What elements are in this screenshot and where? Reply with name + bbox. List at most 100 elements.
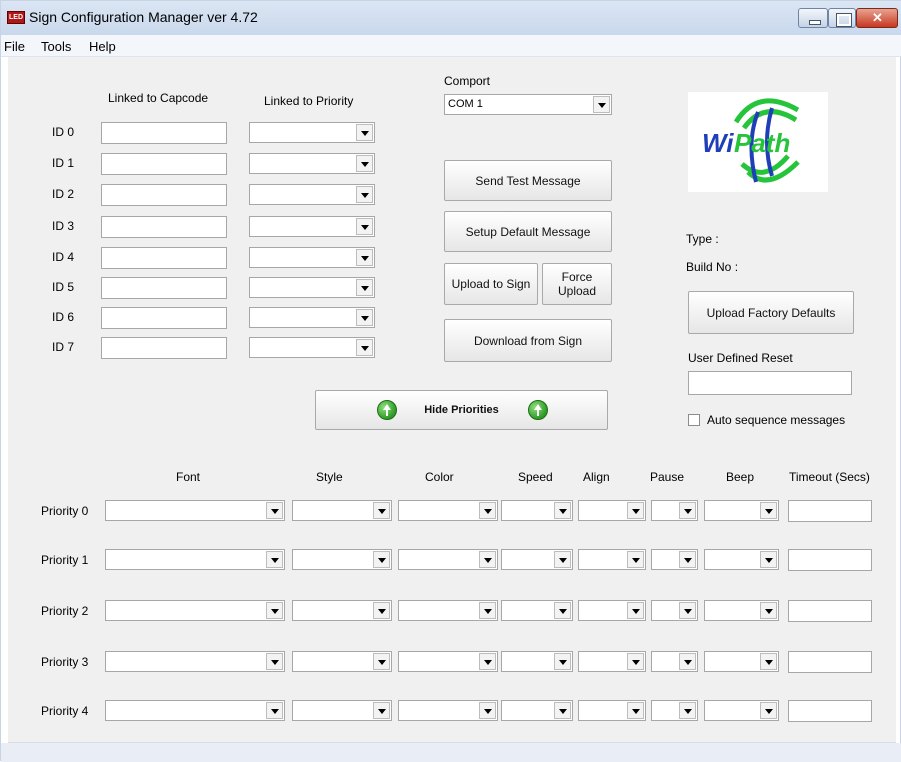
chevron-down-icon[interactable] [627, 602, 644, 619]
pause-select[interactable] [651, 549, 698, 570]
user-defined-reset-input[interactable] [688, 371, 852, 395]
chevron-down-icon[interactable] [554, 502, 571, 519]
chevron-down-icon[interactable] [679, 653, 696, 670]
capcode-input[interactable] [101, 184, 227, 206]
chevron-down-icon[interactable] [356, 249, 373, 266]
capcode-input[interactable] [101, 337, 227, 359]
force-upload-button[interactable]: Force Upload [542, 263, 612, 305]
chevron-down-icon[interactable] [593, 96, 610, 113]
priority-link-select[interactable] [249, 247, 375, 268]
priority-link-select[interactable] [249, 337, 375, 358]
chevron-down-icon[interactable] [266, 551, 283, 568]
hide-priorities-button[interactable]: Hide Priorities [315, 390, 608, 430]
chevron-down-icon[interactable] [356, 124, 373, 141]
chevron-down-icon[interactable] [356, 155, 373, 172]
chevron-down-icon[interactable] [554, 653, 571, 670]
capcode-input[interactable] [101, 216, 227, 238]
chevron-down-icon[interactable] [356, 218, 373, 235]
chevron-down-icon[interactable] [627, 502, 644, 519]
timeout-input[interactable] [788, 600, 872, 622]
chevron-down-icon[interactable] [679, 502, 696, 519]
upload-factory-defaults-button[interactable]: Upload Factory Defaults [688, 291, 854, 334]
speed-select[interactable] [501, 600, 573, 621]
speed-select[interactable] [501, 651, 573, 672]
menu-help[interactable]: Help [89, 39, 116, 54]
align-select[interactable] [578, 651, 646, 672]
chevron-down-icon[interactable] [373, 602, 390, 619]
chevron-down-icon[interactable] [627, 702, 644, 719]
setup-default-message-button[interactable]: Setup Default Message [444, 211, 612, 252]
style-select[interactable] [292, 500, 392, 521]
timeout-input[interactable] [788, 549, 872, 571]
chevron-down-icon[interactable] [266, 653, 283, 670]
style-select[interactable] [292, 549, 392, 570]
beep-select[interactable] [704, 651, 779, 672]
chevron-down-icon[interactable] [479, 502, 496, 519]
comport-select[interactable]: COM 1 [444, 94, 612, 115]
chevron-down-icon[interactable] [554, 702, 571, 719]
color-select[interactable] [398, 700, 498, 721]
font-select[interactable] [105, 600, 285, 621]
chevron-down-icon[interactable] [356, 279, 373, 296]
priority-link-select[interactable] [249, 216, 375, 237]
pause-select[interactable] [651, 600, 698, 621]
upload-to-sign-button[interactable]: Upload to Sign [444, 263, 538, 305]
chevron-down-icon[interactable] [479, 551, 496, 568]
capcode-input[interactable] [101, 277, 227, 299]
font-select[interactable] [105, 700, 285, 721]
chevron-down-icon[interactable] [356, 339, 373, 356]
style-select[interactable] [292, 651, 392, 672]
timeout-input[interactable] [788, 651, 872, 673]
chevron-down-icon[interactable] [373, 702, 390, 719]
priority-link-select[interactable] [249, 184, 375, 205]
beep-select[interactable] [704, 500, 779, 521]
color-select[interactable] [398, 500, 498, 521]
chevron-down-icon[interactable] [679, 602, 696, 619]
chevron-down-icon[interactable] [679, 702, 696, 719]
chevron-down-icon[interactable] [479, 653, 496, 670]
align-select[interactable] [578, 500, 646, 521]
close-icon[interactable] [856, 8, 898, 28]
pause-select[interactable] [651, 500, 698, 521]
speed-select[interactable] [501, 700, 573, 721]
chevron-down-icon[interactable] [373, 653, 390, 670]
chevron-down-icon[interactable] [760, 702, 777, 719]
auto-sequence-checkbox[interactable] [688, 414, 700, 426]
chevron-down-icon[interactable] [760, 551, 777, 568]
font-select[interactable] [105, 651, 285, 672]
pause-select[interactable] [651, 700, 698, 721]
chevron-down-icon[interactable] [627, 653, 644, 670]
capcode-input[interactable] [101, 153, 227, 175]
priority-link-select[interactable] [249, 277, 375, 298]
capcode-input[interactable] [101, 122, 227, 144]
color-select[interactable] [398, 600, 498, 621]
font-select[interactable] [105, 500, 285, 521]
title-bar[interactable]: LED Sign Configuration Manager ver 4.72 [1, 1, 901, 35]
chevron-down-icon[interactable] [760, 502, 777, 519]
priority-link-select[interactable] [249, 307, 375, 328]
timeout-input[interactable] [788, 500, 872, 522]
chevron-down-icon[interactable] [266, 502, 283, 519]
style-select[interactable] [292, 700, 392, 721]
chevron-down-icon[interactable] [373, 551, 390, 568]
pause-select[interactable] [651, 651, 698, 672]
chevron-down-icon[interactable] [554, 551, 571, 568]
chevron-down-icon[interactable] [373, 502, 390, 519]
maximize-icon[interactable] [828, 8, 856, 28]
chevron-down-icon[interactable] [266, 702, 283, 719]
chevron-down-icon[interactable] [679, 551, 696, 568]
download-from-sign-button[interactable]: Download from Sign [444, 319, 612, 362]
chevron-down-icon[interactable] [479, 602, 496, 619]
font-select[interactable] [105, 549, 285, 570]
beep-select[interactable] [704, 600, 779, 621]
timeout-input[interactable] [788, 700, 872, 722]
chevron-down-icon[interactable] [760, 602, 777, 619]
color-select[interactable] [398, 651, 498, 672]
align-select[interactable] [578, 600, 646, 621]
menu-tools[interactable]: Tools [41, 39, 71, 54]
chevron-down-icon[interactable] [627, 551, 644, 568]
priority-link-select[interactable] [249, 122, 375, 143]
speed-select[interactable] [501, 500, 573, 521]
priority-link-select[interactable] [249, 153, 375, 174]
capcode-input[interactable] [101, 307, 227, 329]
